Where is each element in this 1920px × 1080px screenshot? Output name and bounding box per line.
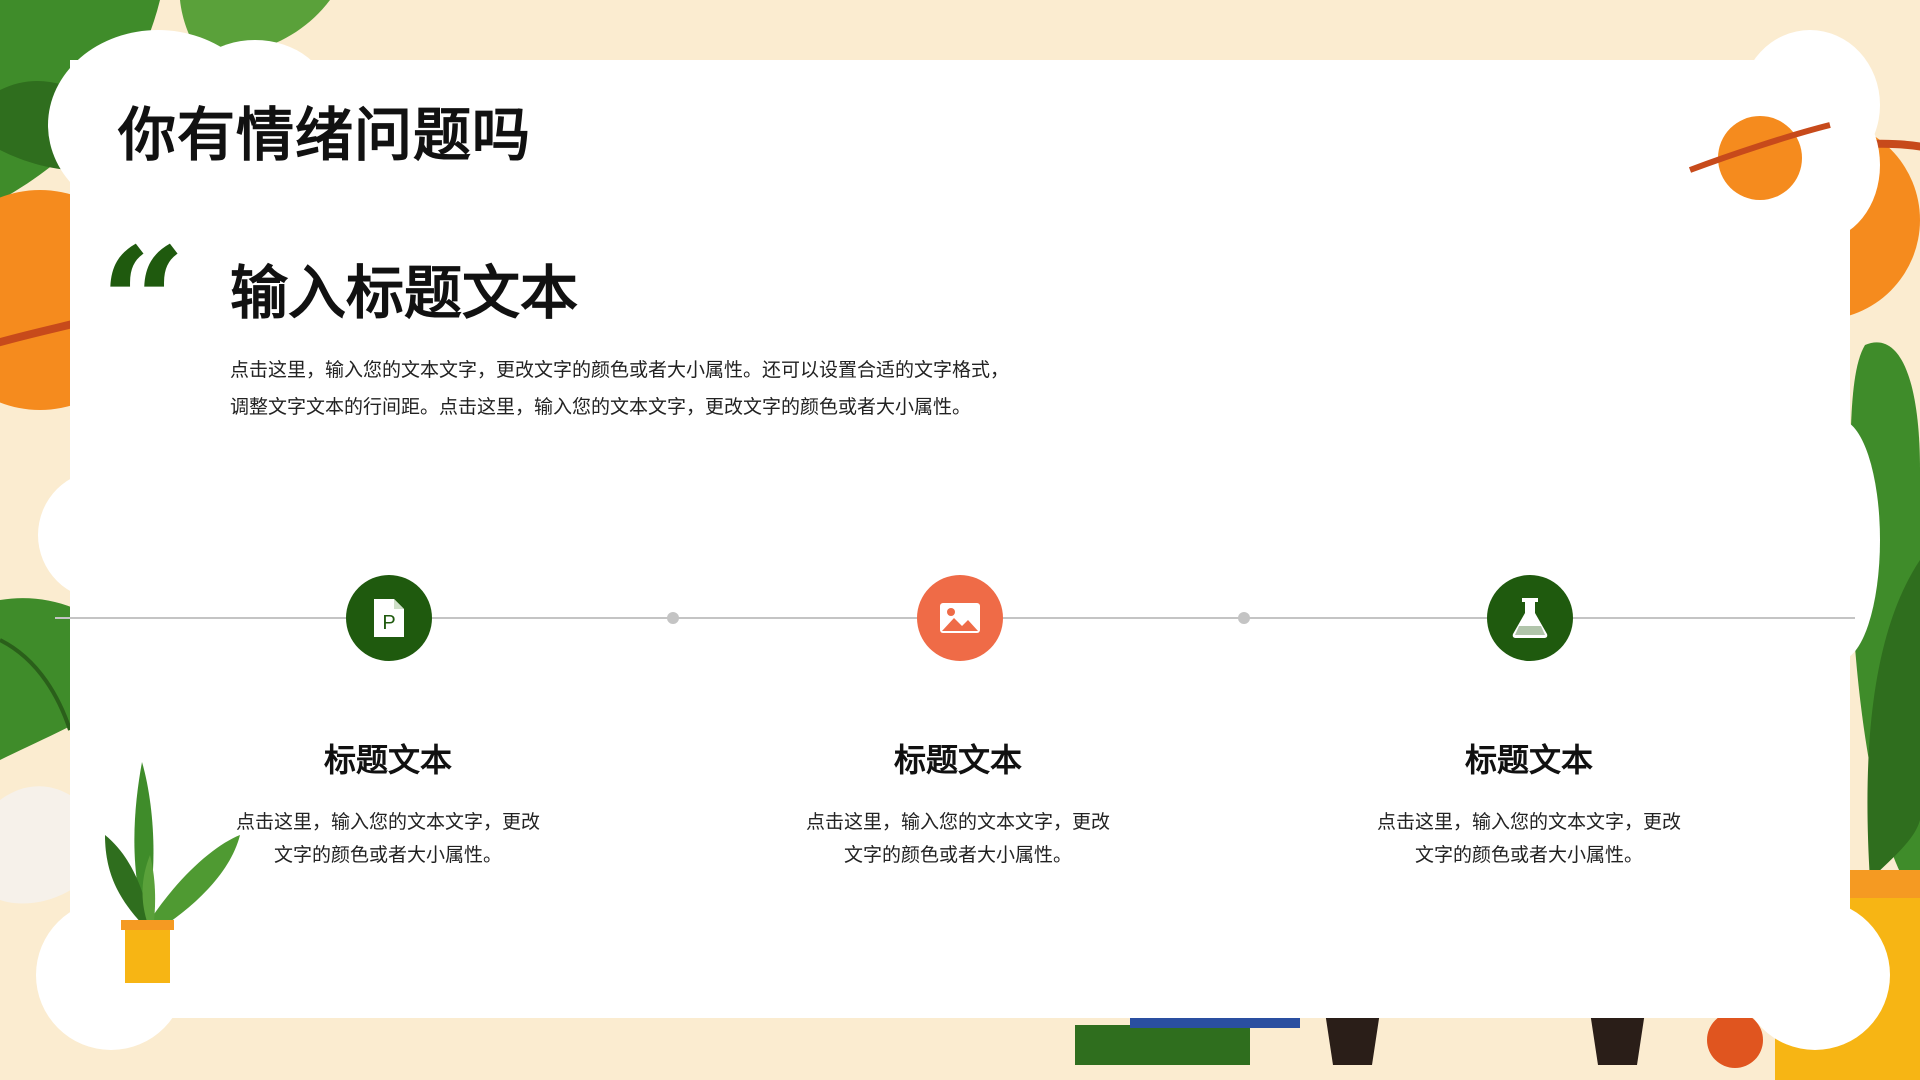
timeline-item-body: 点击这里，输入您的文本文字，更改 文字的颜色或者大小属性。: [778, 806, 1138, 872]
image-icon: [940, 603, 980, 633]
section-body-line: 调整文字文本的行间距。点击这里，输入您的文本文字，更改文字的颜色或者大小属性。: [230, 396, 972, 418]
timeline-dot: [1238, 612, 1250, 624]
timeline-icon-3: [1487, 575, 1573, 661]
timeline-item-body-line: 点击这里，输入您的文本文字，更改: [1376, 811, 1681, 833]
timeline-icon-1: P: [346, 575, 432, 661]
timeline-dot: [667, 612, 679, 624]
section-body: 点击这里，输入您的文本文字，更改文字的颜色或者大小属性。还可以设置合适的文字格式…: [230, 352, 1070, 426]
timeline-item-title: 标题文本: [323, 741, 452, 779]
svg-text:P: P: [382, 612, 395, 634]
flask-icon: [1512, 598, 1548, 638]
pot-shape: [125, 925, 170, 983]
timeline-item-body-line: 点击这里，输入您的文本文字，更改: [805, 811, 1110, 833]
page-title: 你有情绪问题吗: [118, 101, 532, 169]
timeline-item-body-line: 点击这里，输入您的文本文字，更改: [235, 811, 540, 833]
timeline-item-body-line: 文字的颜色或者大小属性。: [1414, 844, 1643, 866]
pot-rim: [121, 920, 174, 930]
timeline-item-title: 标题文本: [893, 741, 1022, 779]
section-title: 输入标题文本: [230, 259, 579, 327]
potted-plant-illustration: [105, 762, 240, 983]
timeline-icon-2: [917, 575, 1003, 661]
planet-illustration: [1688, 116, 1831, 200]
timeline-item-body: 点击这里，输入您的文本文字，更改 文字的颜色或者大小属性。: [208, 806, 568, 872]
timeline-item-body-line: 文字的颜色或者大小属性。: [843, 844, 1072, 866]
timeline-item-title: 标题文本: [1464, 741, 1593, 779]
powerpoint-file-icon: P: [374, 599, 404, 637]
quote-icon: “: [100, 215, 187, 391]
timeline-item-body: 点击这里，输入您的文本文字，更改 文字的颜色或者大小属性。: [1349, 806, 1709, 872]
timeline-item-body-line: 文字的颜色或者大小属性。: [273, 844, 502, 866]
section-body-line: 点击这里，输入您的文本文字，更改文字的颜色或者大小属性。还可以设置合适的文字格式…: [230, 359, 1010, 381]
